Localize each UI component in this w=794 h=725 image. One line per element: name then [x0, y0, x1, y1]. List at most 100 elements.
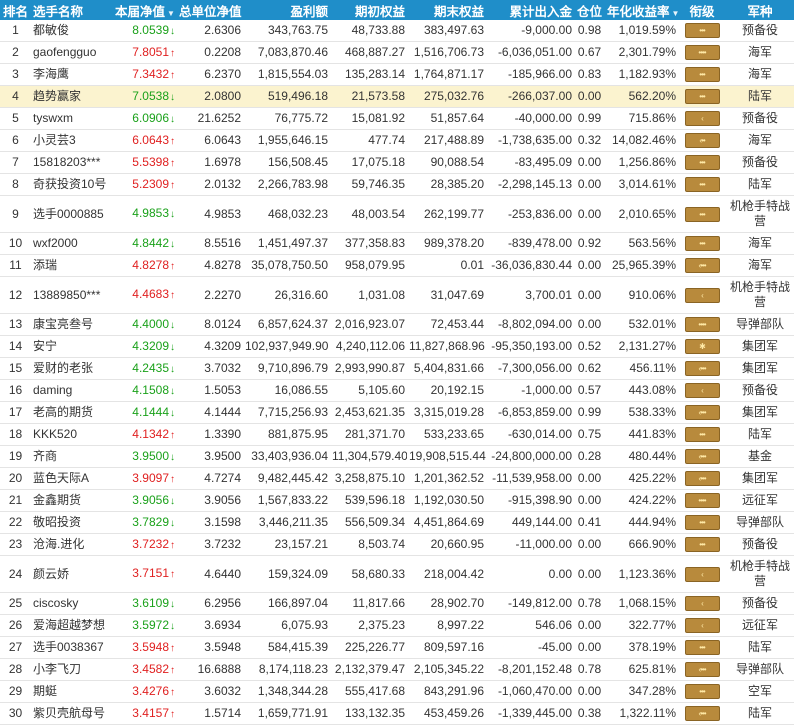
table-row[interactable]: 3 李海鹰 7.3432↑ 6.2370 1,815,554.03 135,283.14 1… — [0, 63, 794, 86]
player-name-link[interactable]: 趋势赢家 — [31, 85, 113, 108]
table-row[interactable]: 15 爱财的老张 4.2435↓ 3.7032 9,710,896.79 2,993,99… — [0, 357, 794, 380]
rank-insignia-cell: ‹••• — [678, 702, 726, 725]
player-name-link[interactable]: 颜云娇 — [31, 555, 113, 593]
end-equity-cell: 275,032.76 — [407, 85, 486, 108]
table-row[interactable]: 2 gaofengguo 7.8051↑ 0.2208 7,083,870.46 468,… — [0, 41, 794, 64]
arrow-down-icon: ↓ — [170, 517, 175, 529]
player-name-link[interactable]: ciscosky — [31, 592, 113, 615]
table-row[interactable]: 14 安宁 4.3209↓ 4.3209 102,937,949.90 4,240,112… — [0, 335, 794, 358]
player-name-link[interactable]: 期蜓 — [31, 680, 113, 703]
rank-insignia-cell: ••• — [678, 232, 726, 255]
table-row[interactable]: 17 老高的期货 4.1444↓ 4.1444 7,715,256.93 2,453,62… — [0, 401, 794, 424]
table-row[interactable]: 26 爱海超越梦想 3.5972↓ 3.6934 6,075.93 2,375.23 8,9… — [0, 614, 794, 637]
table-row[interactable]: 20 蓝色天际A 3.9097↑ 4.7274 9,482,445.42 3,258,87… — [0, 467, 794, 490]
table-row[interactable]: 29 期蜓 3.4276↑ 3.6032 1,348,344.28 555,417.68 8… — [0, 680, 794, 703]
table-row[interactable]: 8 奇获投资10号 5.2309↑ 2.0132 2,266,783.98 59,746.… — [0, 173, 794, 196]
nav-value: 4.1342 — [132, 426, 169, 441]
player-name-link[interactable]: 沧海.进化 — [31, 533, 113, 556]
header-total-nav[interactable]: 总单位净值 — [177, 0, 243, 20]
player-name-link[interactable]: 金鑫期货 — [31, 489, 113, 512]
header-army[interactable]: 军种 — [726, 0, 794, 20]
header-position[interactable]: 仓位 — [574, 0, 605, 20]
header-nav[interactable]: 本届净值 ▼ — [113, 0, 177, 20]
header-rank[interactable]: 排名 — [0, 0, 31, 20]
rank-insignia-cell: ‹ — [678, 555, 726, 593]
profit-cell: 584,415.39 — [243, 636, 330, 659]
rank-insignia-cell: ••• — [678, 533, 726, 556]
player-name-link[interactable]: KKK520 — [31, 423, 113, 446]
table-row[interactable]: 21 金鑫期货 3.9056↓ 3.9056 1,567,833.22 539,596.1… — [0, 489, 794, 512]
player-name-link[interactable]: 选手0000885 — [31, 195, 113, 233]
header-name[interactable]: 选手名称 — [31, 0, 113, 20]
table-row[interactable]: 16 daming 4.1508↓ 1.5053 16,086.55 5,105.60 20… — [0, 379, 794, 402]
header-end-equity[interactable]: 期末权益 — [407, 0, 486, 20]
position-cell: 0.00 — [574, 680, 605, 703]
start-equity-cell: 958,079.95 — [330, 254, 407, 277]
start-equity-cell: 281,371.70 — [330, 423, 407, 446]
player-name-link[interactable]: 李海鹰 — [31, 63, 113, 86]
arrow-down-icon: ↓ — [170, 91, 175, 103]
player-name-link[interactable]: 安宁 — [31, 335, 113, 358]
table-row[interactable]: 9 选手0000885 4.9853↓ 4.9853 468,032.23 48,003.… — [0, 195, 794, 233]
total-nav-cell: 4.8278 — [177, 254, 243, 277]
net-flow-cell: -1,000.00 — [486, 379, 574, 402]
player-name-link[interactable]: 选手0038367 — [31, 636, 113, 659]
player-name-link[interactable]: daming — [31, 379, 113, 402]
table-row[interactable]: 24 颜云娇 3.7151↑ 4.6440 159,324.09 58,680.33 218… — [0, 555, 794, 593]
table-row[interactable]: 25 ciscosky 3.6109↓ 6.2956 166,897.04 11,817.… — [0, 592, 794, 615]
header-start-equity[interactable]: 期初权益 — [330, 0, 407, 20]
player-name-link[interactable]: 奇获投资10号 — [31, 173, 113, 196]
sort-down-icon: ▼ — [167, 8, 175, 18]
table-row[interactable]: 22 敬昭投资 3.7829↓ 3.1598 3,446,211.35 556,509.3… — [0, 511, 794, 534]
player-name-link[interactable]: 添瑞 — [31, 254, 113, 277]
player-name-link[interactable]: 齐商 — [31, 445, 113, 468]
header-annual[interactable]: 年化收益率 ▼ — [605, 0, 678, 20]
table-row[interactable]: 27 选手0038367 3.5948↑ 3.5948 584,415.39 225,22… — [0, 636, 794, 659]
player-name-link[interactable]: 小李飞刀 — [31, 658, 113, 681]
header-profit[interactable]: 盈利额 — [243, 0, 330, 20]
table-row[interactable]: 13 康宝亮叁号 4.4000↓ 8.0124 6,857,624.37 2,016,92… — [0, 313, 794, 336]
table-row[interactable]: 12 13889850*** 4.4683↑ 2.2270 26,316.60 1,031… — [0, 276, 794, 314]
player-name-link[interactable]: 15818203*** — [31, 151, 113, 174]
table-row[interactable]: 28 小李飞刀 3.4582↑ 16.6888 8,174,118.23 2,132,37… — [0, 658, 794, 681]
player-name-link[interactable]: 蓝色天际A — [31, 467, 113, 490]
arrow-down-icon: ↓ — [170, 385, 175, 397]
rank-cell: 1 — [0, 20, 31, 42]
player-name-link[interactable]: 都敏俊 — [31, 20, 113, 42]
player-name-link[interactable]: 紫贝壳航母号 — [31, 702, 113, 725]
player-name-link[interactable]: tyswxm — [31, 107, 113, 130]
player-name-link[interactable]: 康宝亮叁号 — [31, 313, 113, 336]
start-equity-cell: 58,680.33 — [330, 555, 407, 593]
table-row[interactable]: 23 沧海.进化 3.7232↑ 3.7232 23,157.21 8,503.74 20,… — [0, 533, 794, 556]
player-name-link[interactable]: 爱海超越梦想 — [31, 614, 113, 637]
header-level[interactable]: 衔级 — [678, 0, 726, 20]
net-flow-cell: -11,539,958.00 — [486, 467, 574, 490]
table-row[interactable]: 4 趋势赢家 7.0538↓ 2.0800 519,496.18 21,573.58 275… — [0, 85, 794, 108]
table-row[interactable]: 18 KKK520 4.1342↑ 1.3390 881,875.95 281,371.7… — [0, 423, 794, 446]
rank-cell: 24 — [0, 555, 31, 593]
table-row[interactable]: 19 齐商 3.9500↓ 3.9500 33,403,936.04 11,304,579… — [0, 445, 794, 468]
header-net-flow[interactable]: 累计出入金 — [486, 0, 574, 20]
player-name-link[interactable]: 敬昭投资 — [31, 511, 113, 534]
table-row[interactable]: 30 紫贝壳航母号 3.4157↑ 1.5714 1,659,771.91 133,132… — [0, 702, 794, 725]
table-row[interactable]: 6 小灵芸3 6.0643↑ 6.0643 1,955,646.15 477.74 217,… — [0, 129, 794, 152]
player-name-link[interactable]: gaofengguo — [31, 41, 113, 64]
player-name-link[interactable]: 13889850*** — [31, 276, 113, 314]
player-name-link[interactable]: 爱财的老张 — [31, 357, 113, 380]
player-name-link[interactable]: wxf2000 — [31, 232, 113, 255]
rank-cell: 27 — [0, 636, 31, 659]
table-row[interactable]: 1 都敏俊 8.0539↓ 2.6306 343,763.75 48,733.88 383,… — [0, 20, 794, 42]
table-row[interactable]: 7 15818203*** 5.5398↑ 1.6978 156,508.45 17,07… — [0, 151, 794, 174]
nav-cell: 3.9056↓ — [113, 489, 177, 512]
player-name-link[interactable]: 老高的期货 — [31, 401, 113, 424]
rank-insignia-cell: •••• — [678, 489, 726, 512]
start-equity-cell: 225,226.77 — [330, 636, 407, 659]
net-flow-cell: -7,300,056.00 — [486, 357, 574, 380]
army-cell: 远征军 — [726, 489, 794, 512]
table-row[interactable]: 5 tyswxm 6.0906↓ 21.6252 76,775.72 15,081.92 5… — [0, 107, 794, 130]
table-row[interactable]: 11 添瑞 4.8278↑ 4.8278 35,078,750.50 958,079.95… — [0, 254, 794, 277]
table-row[interactable]: 10 wxf2000 4.8442↓ 8.5516 1,451,497.37 377,35… — [0, 232, 794, 255]
rank-cell: 16 — [0, 379, 31, 402]
player-name-link[interactable]: 小灵芸3 — [31, 129, 113, 152]
net-flow-cell: 3,700.01 — [486, 276, 574, 314]
